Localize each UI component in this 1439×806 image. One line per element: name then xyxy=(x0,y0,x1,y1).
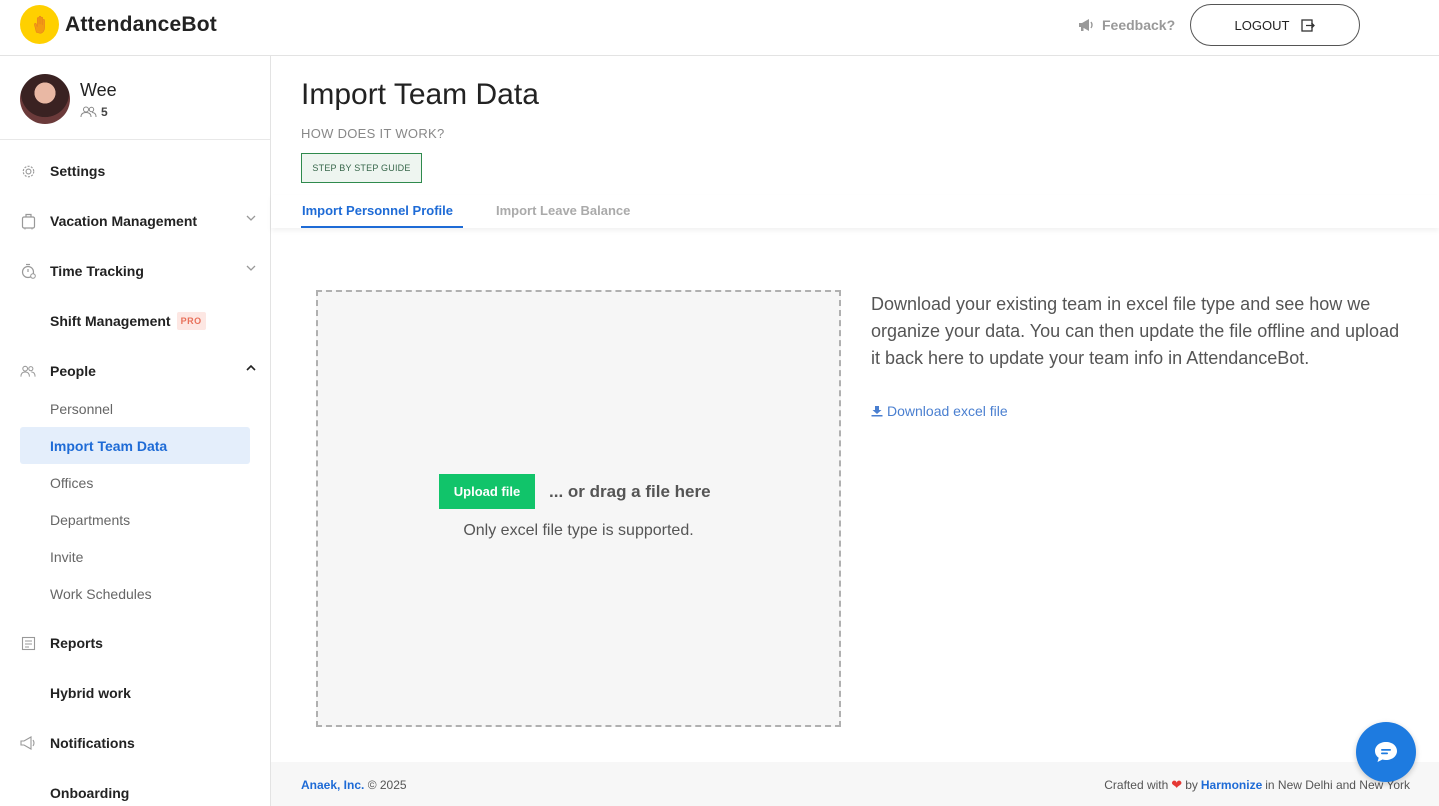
footer: Anaek, Inc. © 2025 Crafted with ❤ by Har… xyxy=(271,762,1439,806)
sidebar-subitem-import-team-data[interactable]: Import Team Data xyxy=(20,427,250,464)
sidebar-item-label: Shift Management xyxy=(50,313,171,329)
how-it-works-label: HOW DOES IT WORK? xyxy=(301,126,445,141)
sidebar-item-label: Hybrid work xyxy=(50,685,131,701)
chat-button[interactable] xyxy=(1356,722,1416,782)
stopwatch-icon xyxy=(20,263,36,279)
sidebar-item-onboarding[interactable]: Onboarding xyxy=(20,781,260,805)
logout-button[interactable]: LOGOUT xyxy=(1190,4,1360,46)
sidebar: Wee 5 Settings Vacation Management Time … xyxy=(0,56,271,806)
megaphone-icon xyxy=(20,735,36,751)
chevron-up-icon xyxy=(246,365,256,371)
profile-name: Wee xyxy=(80,79,117,100)
sidebar-item-notifications[interactable]: Notifications xyxy=(20,731,260,755)
crafted-by: by xyxy=(1185,778,1198,792)
import-tabs: Import Personnel Profile Import Leave Ba… xyxy=(271,195,1439,228)
sidebar-subitem-offices[interactable]: Offices xyxy=(20,464,250,501)
drag-hint: ... or drag a file here xyxy=(549,481,711,501)
sidebar-item-hybrid-work[interactable]: Hybrid work xyxy=(20,681,260,705)
sidebar-item-label: Time Tracking xyxy=(50,263,144,279)
member-count: 5 xyxy=(80,105,117,119)
pro-badge: PRO xyxy=(176,312,206,330)
sidebar-subitem-work-schedules[interactable]: Work Schedules xyxy=(20,575,250,612)
tab-import-personnel-profile[interactable]: Import Personnel Profile xyxy=(301,203,463,228)
upload-row: Upload file ... or drag a file here xyxy=(439,474,711,509)
sidebar-item-label: Vacation Management xyxy=(50,213,198,229)
report-icon xyxy=(20,635,36,651)
download-icon xyxy=(871,406,883,417)
blank-icon xyxy=(20,685,36,701)
suitcase-icon xyxy=(20,213,36,229)
download-link-label: Download excel file xyxy=(887,403,1008,419)
sidebar-item-shift-management[interactable]: Shift Management PRO xyxy=(20,309,260,333)
people-icon xyxy=(20,363,36,379)
feedback-link[interactable]: Feedback? xyxy=(1078,17,1175,33)
file-dropzone[interactable]: Upload file ... or drag a file here Only… xyxy=(316,290,841,727)
sidebar-item-reports[interactable]: Reports xyxy=(20,631,260,655)
profile-info: Wee 5 xyxy=(80,80,117,119)
feedback-label: Feedback? xyxy=(1102,17,1176,33)
top-bar: AttendanceBot Feedback? LOGOUT xyxy=(0,0,1439,56)
sidebar-item-label: Reports xyxy=(50,635,103,651)
sidebar-subitem-invite[interactable]: Invite xyxy=(20,538,250,575)
sidebar-item-time-tracking[interactable]: Time Tracking xyxy=(20,259,260,283)
avatar xyxy=(20,74,70,124)
member-count-value: 5 xyxy=(101,104,108,119)
sidebar-item-label: Notifications xyxy=(50,735,135,751)
tab-import-leave-balance[interactable]: Import Leave Balance xyxy=(496,203,630,228)
team-icon xyxy=(80,106,97,117)
import-description: Download your existing team in excel fil… xyxy=(871,294,1400,368)
sidebar-item-settings[interactable]: Settings xyxy=(20,159,260,183)
sidebar-item-vacation-management[interactable]: Vacation Management xyxy=(20,209,260,233)
chevron-down-icon xyxy=(246,265,256,271)
megaphone-icon xyxy=(1079,19,1093,31)
sidebar-item-label: Settings xyxy=(50,163,106,179)
copyright-text: © 2025 xyxy=(367,778,407,792)
blank-icon xyxy=(20,785,36,801)
heart-icon: ❤ xyxy=(1171,777,1183,792)
footer-credit: Crafted with ❤ by Harmonize in New Delhi… xyxy=(1104,777,1410,793)
brand-name: AttendanceBot xyxy=(65,12,217,36)
chat-bubble-icon xyxy=(1375,742,1397,762)
company-link[interactable]: Anaek, Inc. xyxy=(301,778,364,792)
sidebar-subitem-personnel[interactable]: Personnel xyxy=(20,390,250,427)
logout-label: LOGOUT xyxy=(1234,17,1290,33)
blank-icon xyxy=(20,313,36,329)
hand-wave-icon xyxy=(20,5,59,44)
upload-file-button[interactable]: Upload file xyxy=(439,474,535,509)
sidebar-item-label: People xyxy=(50,363,96,379)
sidebar-item-people[interactable]: People xyxy=(20,359,260,383)
page-title: Import Team Data xyxy=(301,78,539,111)
supported-type-note: Only excel file type is supported. xyxy=(463,522,694,539)
sidebar-item-label: Onboarding xyxy=(50,785,130,801)
crafted-prefix: Crafted with xyxy=(1104,778,1169,792)
sidebar-divider xyxy=(0,139,270,140)
logout-icon xyxy=(1301,18,1316,32)
footer-copyright: Anaek, Inc. © 2025 xyxy=(301,778,407,792)
harmonize-link[interactable]: Harmonize xyxy=(1201,778,1262,792)
step-by-step-guide-button[interactable]: STEP BY STEP GUIDE xyxy=(301,153,422,183)
chevron-down-icon xyxy=(246,215,256,221)
sidebar-subitem-departments[interactable]: Departments xyxy=(20,501,250,538)
brand-logo[interactable]: AttendanceBot xyxy=(20,5,217,44)
download-excel-link[interactable]: Download excel file xyxy=(871,403,1008,419)
gear-icon xyxy=(20,163,36,179)
user-profile[interactable]: Wee 5 xyxy=(20,74,117,124)
